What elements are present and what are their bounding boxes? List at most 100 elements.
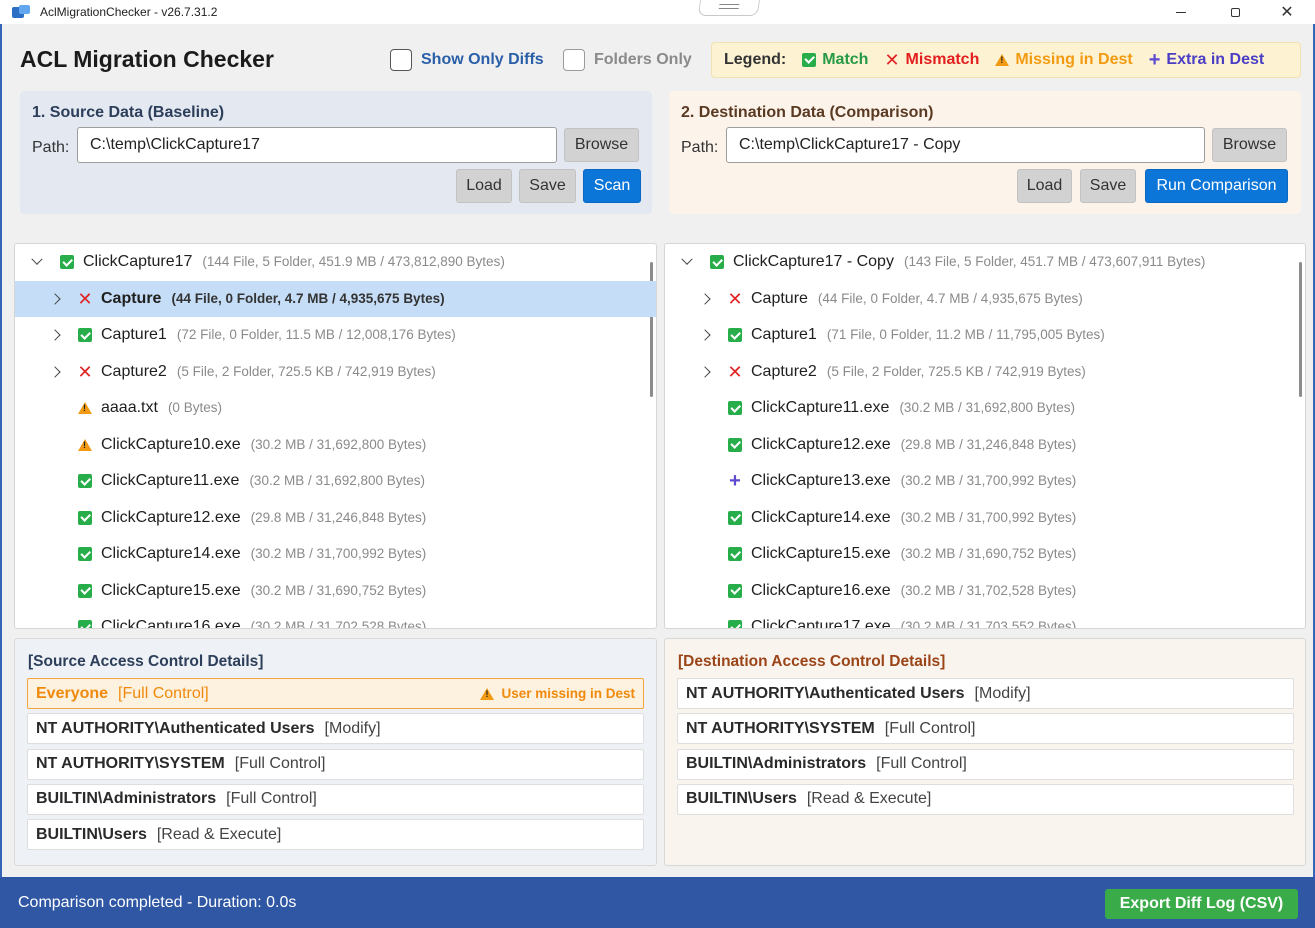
tree-row[interactable]: ✕ Capture2 (5 File, 2 Folder, 725.5 KB / 7… [665,354,1305,391]
source-tree[interactable]: ClickCapture17 (144 File, 5 Folder, 451.9… [14,243,657,629]
tree-row[interactable]: ✕ Capture2 (5 File, 2 Folder, 725.5 KB / 7… [15,354,656,391]
status-text: Comparison completed - Duration: 0.0s [18,894,297,911]
source-panel-title: 1. Source Data (Baseline) [32,104,225,121]
checkbox-box[interactable] [563,49,585,71]
tree-item-label: ClickCapture11.exe (30.2 MB / 31,692,800 … [101,472,425,490]
chevron-right-icon[interactable] [48,365,62,379]
tree-row[interactable]: ClickCapture12.exe (29.8 MB / 31,246,848 … [15,500,656,537]
acl-entry[interactable]: BUILTIN\Administrators [Full Control] [27,783,644,815]
item-name: Capture1 [751,326,817,344]
chevron-right-icon[interactable] [48,328,62,342]
tree-row[interactable]: ClickCapture11.exe (30.2 MB / 31,692,800 … [15,463,656,500]
acl-entry[interactable]: Everyone [Full Control] User missing in De… [27,678,644,709]
folders-only-label[interactable]: Folders Only [594,51,692,69]
tree-row[interactable]: Capture1 (72 File, 0 Folder, 11.5 MB / 12… [15,317,656,354]
tree-row[interactable]: ✕ Capture (44 File, 0 Folder, 4.7 MB / 4,9… [665,281,1305,318]
tree-row[interactable]: ClickCapture16.exe (30.2 MB / 31,702,528 … [665,573,1305,610]
status-icon [727,437,743,453]
source-path-input[interactable]: C:\temp\ClickCapture17 [77,127,557,163]
item-name: ClickCapture15.exe [751,545,891,563]
item-size: (44 File, 0 Folder, 4.7 MB / 4,935,675 B… [171,290,445,306]
warning-icon [480,687,495,700]
tree-row[interactable]: Capture1 (71 File, 0 Folder, 11.2 MB / 11… [665,317,1305,354]
acl-principal: NT AUTHORITY\SYSTEM [686,719,875,737]
status-icon [727,400,743,416]
acl-entry[interactable]: NT AUTHORITY\SYSTEM [Full Control] [27,748,644,780]
item-size: (30.2 MB / 31,700,992 Bytes) [900,473,1077,489]
acl-entry[interactable]: NT AUTHORITY\SYSTEM [Full Control] [677,713,1294,745]
export-diff-log-button[interactable]: Export Diff Log (CSV) [1105,889,1298,919]
chevron-down-icon[interactable] [680,255,694,269]
chevron-down-icon[interactable] [30,255,44,269]
tree-item-label: ClickCapture16.exe (30.2 MB / 31,702,528 … [751,582,1076,600]
run-comparison-button[interactable]: Run Comparison [1145,169,1288,203]
mismatch-icon: ✕ [77,288,93,309]
item-size: (0 Bytes) [167,400,222,416]
item-size: (30.2 MB / 31,702,528 Bytes) [250,619,427,629]
item-size: (144 File, 5 Folder, 451.9 MB / 473,812,… [202,254,505,270]
source-save-button[interactable]: Save [519,169,576,203]
warning-icon [995,54,1010,66]
checkbox-box[interactable] [390,49,412,71]
destination-path-label: Path: [681,139,719,156]
show-only-diffs-checkbox[interactable]: Show Only Diffs [390,49,544,71]
status-icon [77,546,93,562]
window-title: AclMigrationChecker - v26.7.31.2 [40,5,218,19]
source-load-button[interactable]: Load [456,169,512,203]
close-button[interactable]: ✕ [1264,0,1310,24]
acl-permission: [Full Control] [884,719,976,737]
minimize-button[interactable] [1158,0,1204,24]
scan-button[interactable]: Scan [583,169,641,203]
tree-row[interactable]: + ClickCapture13.exe (30.2 MB / 31,700,992… [665,463,1305,500]
source-browse-button[interactable]: Browse [564,128,639,162]
tree-row[interactable]: ClickCapture17 (144 File, 5 Folder, 451.9… [15,244,656,281]
tree-row[interactable]: ClickCapture17.exe (30.2 MB / 31,703,552 … [665,609,1305,628]
acl-status-note: User missing in Dest [480,686,635,701]
match-icon [78,583,92,598]
destination-save-button[interactable]: Save [1080,169,1136,203]
tree-row[interactable]: ClickCapture11.exe (30.2 MB / 31,692,800 … [665,390,1305,427]
match-icon [728,547,742,562]
tree-row[interactable]: aaaa.txt (0 Bytes) [15,390,656,427]
tree-row[interactable]: ClickCapture12.exe (29.8 MB / 31,246,848 … [665,427,1305,464]
tree-item-label: ClickCapture13.exe (30.2 MB / 31,700,992 … [751,472,1076,490]
item-name: Capture [101,289,162,307]
snap-layout-handle[interactable] [697,0,761,16]
chevron-right-icon[interactable] [48,292,62,306]
minimize-icon [1176,11,1186,13]
plus-icon: + [1148,49,1161,71]
folders-only-checkbox[interactable]: Folders Only [563,49,692,71]
legend-mismatch: ✕ Mismatch [884,51,979,69]
destination-tree[interactable]: ClickCapture17 - Copy (143 File, 5 Folder… [664,243,1306,629]
destination-path-input[interactable]: C:\temp\ClickCapture17 - Copy [726,127,1205,163]
acl-entry[interactable]: BUILTIN\Users [Read & Execute] [677,783,1294,815]
tree-row[interactable]: ClickCapture14.exe (30.2 MB / 31,700,992 … [665,500,1305,537]
mismatch-icon: ✕ [727,361,743,382]
tree-row[interactable]: ClickCapture15.exe (30.2 MB / 31,690,752 … [15,573,656,610]
chevron-right-icon[interactable] [698,365,712,379]
maximize-button[interactable] [1212,0,1258,24]
tree-item-label: Capture1 (72 File, 0 Folder, 11.5 MB / 12… [101,326,456,344]
match-icon [78,547,92,562]
legend-missing-label: Missing in Dest [1015,51,1133,68]
tree-row[interactable]: ClickCapture16.exe (30.2 MB / 31,702,528 … [15,609,656,629]
tree-row[interactable]: ClickCapture17 - Copy (143 File, 5 Folder… [665,244,1305,281]
acl-entry[interactable]: NT AUTHORITY\Authenticated Users [Modify] [677,678,1294,709]
item-size: (30.2 MB / 31,690,752 Bytes) [900,546,1077,562]
tree-item-label: ClickCapture17 (144 File, 5 Folder, 451.9… [83,253,505,271]
acl-permission: [Full Control] [876,755,967,773]
destination-load-button[interactable]: Load [1017,169,1072,203]
chevron-right-icon[interactable] [698,292,712,306]
item-name: ClickCapture16.exe [101,618,241,629]
tree-row[interactable]: ClickCapture15.exe (30.2 MB / 31,690,752 … [665,536,1305,573]
tree-row[interactable]: ClickCapture14.exe (30.2 MB / 31,700,992 … [15,536,656,573]
destination-browse-button[interactable]: Browse [1212,128,1287,162]
acl-entry[interactable]: BUILTIN\Users [Read & Execute] [27,819,644,851]
acl-entry[interactable]: BUILTIN\Administrators [Full Control] [677,748,1294,780]
tree-item-label: ClickCapture10.exe (30.2 MB / 31,692,800 … [101,436,426,454]
chevron-right-icon[interactable] [698,328,712,342]
tree-row[interactable]: ✕ Capture (44 File, 0 Folder, 4.7 MB / 4,9… [15,280,656,317]
tree-row[interactable]: ClickCapture10.exe (30.2 MB / 31,692,800 … [15,427,656,464]
show-only-diffs-label[interactable]: Show Only Diffs [421,51,544,69]
acl-entry[interactable]: NT AUTHORITY\Authenticated Users [Modify] [27,713,644,745]
